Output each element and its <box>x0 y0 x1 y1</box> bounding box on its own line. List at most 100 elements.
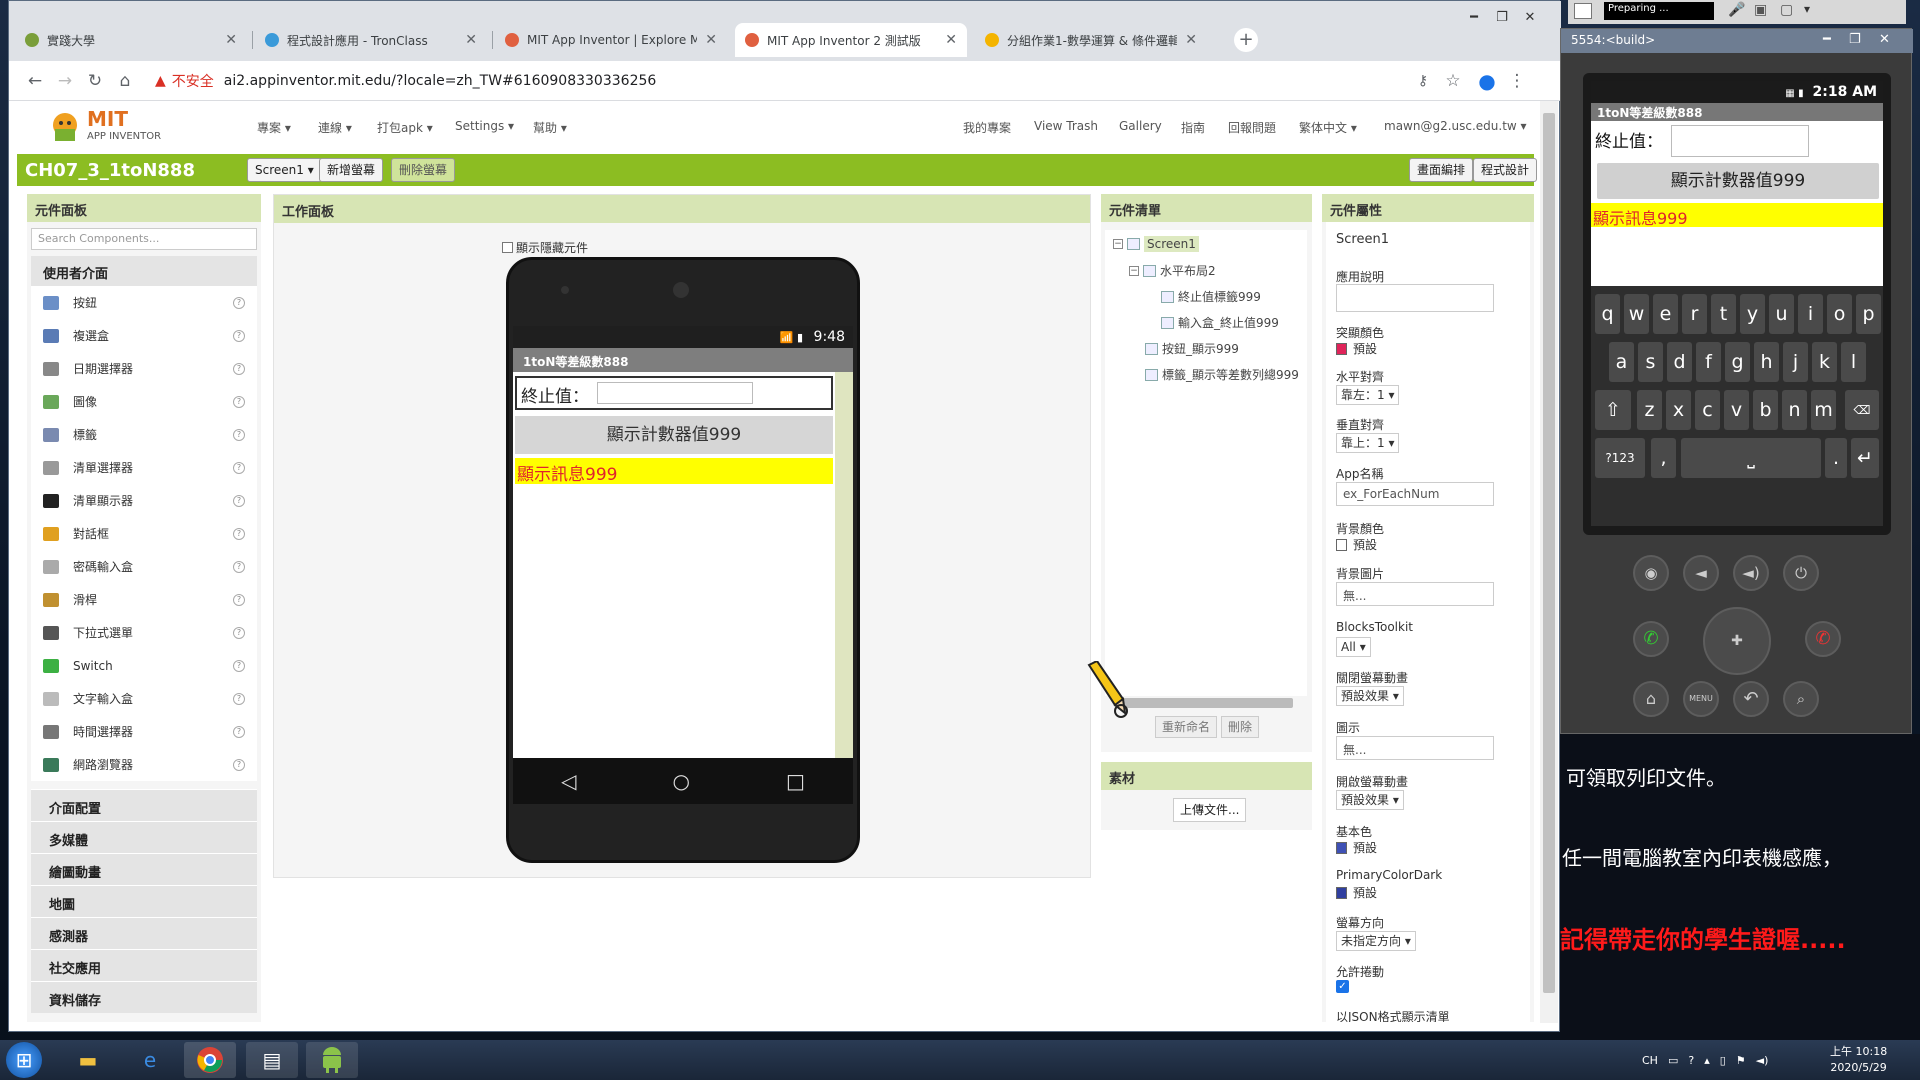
page-scroll-thumb[interactable] <box>1543 113 1555 993</box>
palette-category[interactable]: 繪圖動畫 <box>31 853 257 885</box>
camera-icon[interactable]: ▣ <box>1754 2 1767 18</box>
close-window-button[interactable]: ✕ <box>1879 32 1890 47</box>
end-value-label[interactable]: 終止值： <box>521 387 589 407</box>
tree-horizontal-scrollbar[interactable] <box>1121 698 1293 708</box>
prop-close-anim-dropdown[interactable]: 預設效果 ▾ <box>1336 686 1404 706</box>
search-icon[interactable]: ⌕ <box>1783 681 1819 717</box>
keyboard-key[interactable]: d <box>1667 342 1692 382</box>
internet-explorer-icon[interactable]: e <box>124 1042 176 1078</box>
menu-language[interactable]: 繁体中文 ▾ <box>1299 119 1357 136</box>
palette-item[interactable]: 對話框? <box>31 517 257 550</box>
collapse-icon[interactable]: − <box>1129 265 1139 276</box>
end-call-icon[interactable]: ✆ <box>1805 621 1841 657</box>
keyboard-key[interactable]: m <box>1811 390 1836 430</box>
maximize-button[interactable]: ❐ <box>1849 32 1861 47</box>
prop-open-anim-dropdown[interactable]: 預設效果 ▾ <box>1336 790 1404 810</box>
maximize-button[interactable]: ❐ <box>1491 9 1513 27</box>
keyboard-key[interactable]: v <box>1724 390 1749 430</box>
emulator-show-button[interactable]: 顯示計數器值999 <box>1597 163 1879 199</box>
browser-tab-active[interactable]: MIT App Inventor 2 測試版 ✕ <box>735 23 967 57</box>
bookmark-star-icon[interactable]: ☆ <box>1441 69 1465 93</box>
keyboard-key[interactable]: o <box>1827 294 1852 334</box>
prop-bgcolor-value[interactable]: 預設 <box>1336 536 1377 553</box>
palette-item[interactable]: 複選盒? <box>31 319 257 352</box>
prop-primary-value[interactable]: 預設 <box>1336 839 1377 856</box>
back-icon[interactable]: ← <box>23 69 47 93</box>
close-tab-icon[interactable]: ✕ <box>945 32 957 48</box>
upload-file-button[interactable]: 上傳文件... <box>1173 798 1247 822</box>
tree-node-button[interactable]: 按鈕_顯示999 <box>1145 340 1239 357</box>
menu-my-projects[interactable]: 我的專案 <box>963 119 1011 136</box>
keyboard-key[interactable]: i <box>1798 294 1823 334</box>
help-icon[interactable]: ? <box>233 659 245 672</box>
close-tab-icon[interactable]: ✕ <box>465 32 477 48</box>
close-tab-icon[interactable]: ✕ <box>705 32 717 48</box>
add-screen-button[interactable]: 新增螢幕 <box>319 158 384 182</box>
reload-icon[interactable]: ↻ <box>83 69 107 93</box>
menu-settings[interactable]: Settings ▾ <box>455 119 514 133</box>
delete-button[interactable]: 刪除 <box>1221 716 1260 738</box>
show-counter-button[interactable]: 顯示計數器值999 <box>515 416 833 454</box>
network-icon[interactable]: ▯ <box>1720 1054 1726 1067</box>
forward-icon[interactable]: → <box>53 69 77 93</box>
help-icon[interactable]: ? <box>233 725 245 738</box>
tree-node-message-label[interactable]: 標籤_顯示等差數列總999 <box>1145 366 1299 383</box>
appinventor-logo[interactable]: MIT APP INVENTOR <box>45 105 185 149</box>
prop-align-v-dropdown[interactable]: 靠上：1 ▾ <box>1336 433 1400 453</box>
keyboard-key[interactable]: y <box>1740 294 1765 334</box>
menu-report-issue[interactable]: 回報問題 <box>1228 119 1276 136</box>
palette-item[interactable]: 日期選擇器? <box>31 352 257 385</box>
keyboard-key[interactable]: r <box>1682 294 1707 334</box>
palette-item[interactable]: 滑桿? <box>31 583 257 616</box>
power-icon[interactable]: ⏻ <box>1783 555 1819 591</box>
prop-icon-picker[interactable]: 無... <box>1336 736 1494 760</box>
browser-tab[interactable]: 實踐大學 ✕ <box>15 23 247 57</box>
help-icon[interactable]: ? <box>233 296 245 309</box>
page-scrollbar[interactable] <box>1540 101 1558 1023</box>
prop-blocks-toolkit-dropdown[interactable]: All ▾ <box>1336 637 1371 657</box>
prop-align-h-dropdown[interactable]: 靠左：1 ▾ <box>1336 385 1400 405</box>
help-icon[interactable]: ? <box>233 494 245 507</box>
message-label[interactable]: 顯示訊息999 <box>515 458 833 485</box>
palette-item[interactable]: 密碼輸入盒? <box>31 550 257 583</box>
volume-up-icon[interactable]: ◄) <box>1733 555 1769 591</box>
prop-about-textarea[interactable] <box>1336 284 1494 312</box>
prop-bgimage-picker[interactable]: 無... <box>1336 582 1494 606</box>
close-tab-icon[interactable]: ✕ <box>1185 32 1197 48</box>
tray-expand-icon[interactable]: ▴ <box>1704 1054 1710 1067</box>
palette-item[interactable]: 按鈕? <box>31 286 257 319</box>
tree-node-horizontal-arrangement[interactable]: − 水平布局2 <box>1129 262 1216 279</box>
volume-down-icon[interactable]: ◄ <box>1683 555 1719 591</box>
chevron-down-icon[interactable]: ▾ <box>1804 2 1810 16</box>
help-icon[interactable]: ? <box>233 560 245 573</box>
tree-node-textbox[interactable]: 輸入盒_終止值999 <box>1161 314 1279 331</box>
remove-screen-button[interactable]: 刪除螢幕 <box>391 158 456 182</box>
menu-build[interactable]: 打包apk ▾ <box>377 119 433 136</box>
keyboard-key[interactable]: t <box>1711 294 1736 334</box>
help-icon[interactable]: ? <box>233 527 245 540</box>
help-icon[interactable]: ? <box>233 692 245 705</box>
help-icon[interactable]: ? <box>1688 1054 1694 1067</box>
home-icon[interactable]: ⌂ <box>1633 681 1669 717</box>
checkbox-box[interactable] <box>502 242 513 253</box>
component-search-input[interactable]: Search Components... <box>31 228 257 250</box>
palette-item[interactable]: 文字輸入盒? <box>31 682 257 715</box>
help-icon[interactable]: ? <box>233 626 245 639</box>
flag-icon[interactable]: ⚑ <box>1736 1054 1746 1067</box>
keyboard-key[interactable]: e <box>1653 294 1678 334</box>
browser-tab[interactable]: MIT App Inventor | Explore MIT ✕ <box>495 23 727 57</box>
menu-account[interactable]: mawn@g2.usc.edu.tw ▾ <box>1384 119 1527 133</box>
emulator-end-textbox[interactable] <box>1671 125 1809 157</box>
keyboard-key[interactable]: z <box>1637 390 1662 430</box>
help-icon[interactable]: ? <box>233 395 245 408</box>
keyboard-key[interactable]: h <box>1754 342 1779 382</box>
tree-node-screen1[interactable]: − Screen1 <box>1113 236 1199 252</box>
palette-category[interactable]: 資料儲存 <box>31 981 257 1013</box>
palette-item[interactable]: 下拉式選單? <box>31 616 257 649</box>
palette-category[interactable]: 社交應用 <box>31 949 257 981</box>
palette-item[interactable]: 清單顯示器? <box>31 484 257 517</box>
keyboard-key[interactable]: c <box>1695 390 1720 430</box>
keyboard-key[interactable]: b <box>1753 390 1778 430</box>
menu-project[interactable]: 專案 ▾ <box>257 119 291 136</box>
close-window-button[interactable]: ✕ <box>1519 9 1541 27</box>
